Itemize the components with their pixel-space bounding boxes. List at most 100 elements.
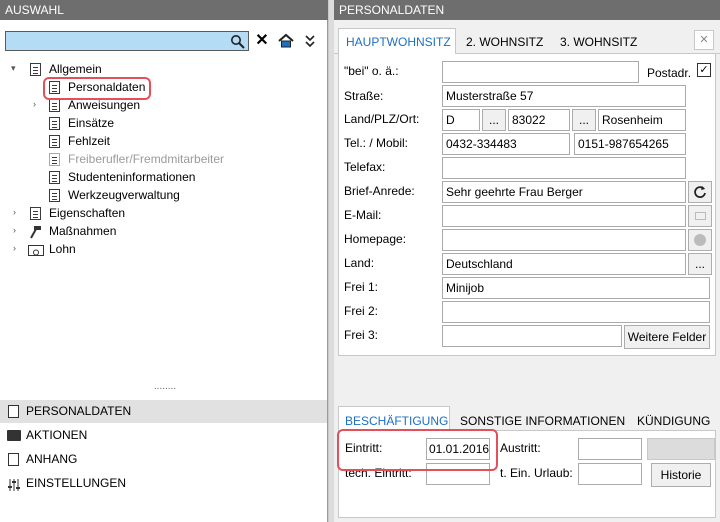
tree-item-freiberufler[interactable]: Freiberufler/Fremdmitarbeiter	[68, 150, 224, 168]
expander-allgemein[interactable]: ▾	[11, 63, 16, 74]
eintritt-highlight	[337, 429, 498, 471]
close-tab-icon[interactable]: ✕	[694, 30, 714, 50]
homepage-field[interactable]	[442, 229, 686, 251]
ort-value: Rosenheim	[602, 113, 663, 127]
telefax-label: Telefax:	[344, 160, 386, 174]
accordion-label: EINSTELLUNGEN	[26, 476, 127, 490]
money-icon	[28, 245, 44, 256]
land-field[interactable]: Deutschland	[442, 253, 686, 275]
plz-picker-button[interactable]: ...	[572, 109, 596, 131]
mobil-field[interactable]: 0151-987654265	[574, 133, 686, 155]
austritt-label: Austritt:	[500, 441, 541, 455]
tab-2-wohnsitz[interactable]: 2. WOHNSITZ	[466, 35, 543, 49]
tree-item-werkzeugverwaltung[interactable]: Werkzeugverwaltung	[68, 186, 180, 204]
brief-anrede-field[interactable]: Sehr geehrte Frau Berger	[442, 181, 686, 203]
austritt-field[interactable]	[578, 438, 642, 460]
tree-item-massnahmen[interactable]: Maßnahmen	[49, 222, 116, 240]
postadr-checkbox[interactable]: ✓	[697, 63, 711, 77]
brief-anrede-label: Brief-Anrede:	[344, 184, 415, 198]
tree-item-lohn[interactable]: Lohn	[49, 240, 76, 258]
country-code-value: D	[446, 113, 455, 127]
email-label: E-Mail:	[344, 208, 382, 222]
documents-icon	[49, 99, 60, 112]
bei-field[interactable]	[442, 61, 639, 83]
land-picker-button[interactable]: ...	[688, 253, 712, 275]
refresh-icon	[694, 186, 706, 198]
plz-field[interactable]: 83022	[508, 109, 570, 131]
accordion-anhang[interactable]: ANHANG	[0, 448, 327, 471]
tel-field[interactable]: 0432-334483	[442, 133, 570, 155]
accordion-label: PERSONALDATEN	[26, 404, 132, 418]
brief-anrede-value: Sehr geehrte Frau Berger	[446, 185, 583, 199]
tree-item-allgemein[interactable]: Allgemein	[49, 60, 102, 78]
frei1-label: Frei 1:	[344, 280, 379, 294]
open-homepage-button[interactable]	[688, 229, 712, 251]
ort-field[interactable]: Rosenheim	[598, 109, 686, 131]
selection-highlight-personaldaten	[43, 77, 151, 100]
accordion-personaldaten[interactable]: PERSONALDATEN	[0, 400, 327, 423]
tab-sonstige-informationen[interactable]: SONSTIGE INFORMATIONEN	[460, 414, 625, 428]
tree-item-fehlzeit[interactable]: Fehlzeit	[68, 132, 110, 150]
clipboard-icon	[30, 207, 41, 220]
tree-item-eigenschaften[interactable]: Eigenschaften	[49, 204, 125, 222]
sliders-icon	[7, 477, 21, 491]
country-code-field[interactable]: D	[442, 109, 480, 131]
refresh-anrede-button[interactable]	[688, 181, 712, 203]
right-panel-title: PERSONALDATEN	[334, 0, 720, 20]
accordion-label: ANHANG	[26, 452, 78, 466]
email-field[interactable]	[442, 205, 686, 227]
strasse-field[interactable]: Musterstraße 57	[442, 85, 686, 107]
tab-kuendigung[interactable]: KÜNDIGUNG	[637, 414, 710, 428]
tab-beschaeftigung-label: BESCHÄFTIGUNG	[345, 414, 449, 428]
home-icon[interactable]	[276, 31, 296, 51]
expander-anweisungen[interactable]: ›	[33, 99, 36, 109]
strasse-value: Musterstraße 57	[446, 89, 534, 103]
collapse-all-icon[interactable]	[300, 31, 320, 51]
hammer-icon	[29, 225, 43, 239]
homepage-label: Homepage:	[344, 232, 407, 246]
weitere-felder-button[interactable]: Weitere Felder	[624, 325, 710, 349]
tel-mobil-label: Tel.: / Mobil:	[344, 136, 409, 150]
splitter-handle[interactable]: ........	[140, 382, 190, 394]
postadr-label: Postadr.	[647, 66, 692, 80]
plz-value: 83022	[512, 113, 546, 127]
search-icon[interactable]	[230, 34, 246, 50]
telefax-field[interactable]	[442, 157, 686, 179]
frei3-field[interactable]	[442, 325, 622, 347]
tree-item-einsaetze[interactable]: Einsätze	[68, 114, 114, 132]
frei3-label: Frei 3:	[344, 328, 379, 342]
mail-icon	[695, 212, 706, 220]
form-icon	[49, 117, 60, 130]
clear-icon[interactable]: ✕	[252, 31, 272, 51]
expander-eigenschaften[interactable]: ›	[13, 207, 16, 217]
form-icon	[49, 171, 60, 184]
expander-lohn[interactable]: ›	[13, 243, 16, 253]
bei-label: "bei" o. ä.:	[344, 64, 399, 78]
country-picker-button[interactable]: ...	[482, 109, 506, 131]
frei1-field[interactable]: Minijob	[442, 277, 710, 299]
left-panel-title: AUSWAHL	[0, 0, 328, 20]
urlaub-field[interactable]	[578, 463, 642, 485]
send-email-button[interactable]	[688, 205, 712, 227]
clipboard-icon	[30, 63, 41, 76]
attachment-icon	[8, 453, 19, 466]
tab-3-wohnsitz[interactable]: 3. WOHNSITZ	[560, 35, 637, 49]
frei2-label: Frei 2:	[344, 304, 379, 318]
accordion-einstellungen[interactable]: EINSTELLUNGEN	[0, 472, 327, 495]
accordion-label: AKTIONEN	[26, 428, 88, 442]
tel-value: 0432-334483	[446, 137, 517, 151]
accordion-aktionen[interactable]: AKTIONEN	[0, 424, 327, 447]
tab-hauptwohnsitz-label: HAUPTWOHNSITZ	[346, 35, 451, 49]
form-icon	[49, 153, 60, 166]
globe-icon	[694, 234, 706, 246]
mobil-value: 0151-987654265	[578, 137, 669, 151]
expander-massnahmen[interactable]: ›	[13, 225, 16, 235]
strasse-label: Straße:	[344, 89, 384, 103]
search-input[interactable]	[5, 31, 249, 51]
folder-icon	[7, 430, 21, 441]
frei2-field[interactable]	[442, 301, 710, 323]
land-label: Land:	[344, 256, 375, 270]
tree-item-studenteninformationen[interactable]: Studenteninformationen	[68, 168, 195, 186]
historie-button[interactable]: Historie	[651, 463, 711, 487]
form-icon	[49, 135, 60, 148]
